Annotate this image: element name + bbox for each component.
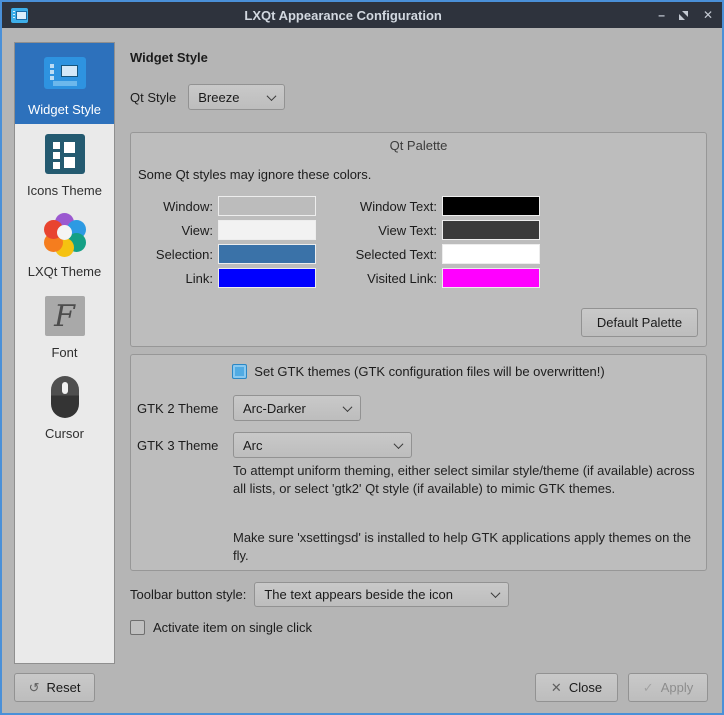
- qt-style-label: Qt Style: [130, 90, 176, 105]
- gtk-hint-xsettingsd: Make sure 'xsettingsd' is installed to h…: [233, 529, 695, 565]
- gtk2-theme-select[interactable]: Arc-Darker: [233, 395, 361, 421]
- chevron-down-icon: [394, 439, 404, 449]
- gtk-hint-uniform: To attempt uniform theming, either selec…: [233, 462, 695, 498]
- palette-label: Selected Text:: [321, 247, 437, 262]
- titlebar: LXQt Appearance Configuration – ✕: [2, 2, 722, 28]
- close-button[interactable]: ✕ Close: [535, 673, 618, 702]
- gtk2-theme-value: Arc-Darker: [243, 401, 306, 416]
- selected-text-color-swatch[interactable]: [442, 244, 540, 264]
- gtk2-theme-label: GTK 2 Theme: [137, 401, 233, 416]
- gtk-themes-group: Set GTK themes (GTK configuration files …: [130, 354, 707, 571]
- set-gtk-themes-checkbox[interactable]: [232, 364, 247, 379]
- font-icon: F: [45, 296, 85, 336]
- chevron-down-icon: [491, 588, 501, 598]
- sidebar-item-label: Cursor: [45, 426, 84, 441]
- minimize-icon[interactable]: –: [658, 9, 664, 21]
- undo-icon: ↺: [29, 680, 40, 696]
- cursor-icon: [51, 376, 79, 418]
- lxqt-theme-icon: [43, 213, 87, 257]
- close-icon[interactable]: ✕: [703, 9, 713, 21]
- palette-note: Some Qt styles may ignore these colors.: [138, 167, 371, 182]
- palette-label: Window Text:: [321, 199, 437, 214]
- view-text-color-swatch[interactable]: [442, 220, 540, 240]
- palette-label: Link:: [137, 271, 213, 286]
- view-color-swatch[interactable]: [218, 220, 316, 240]
- restore-icon[interactable]: [678, 10, 689, 21]
- palette-label: Visited Link:: [321, 271, 437, 286]
- apply-button[interactable]: ✓ Apply: [628, 673, 708, 702]
- palette-label: Selection:: [137, 247, 213, 262]
- qt-style-value: Breeze: [198, 90, 239, 105]
- window-text-color-swatch[interactable]: [442, 196, 540, 216]
- sidebar-item-label: Widget Style: [28, 102, 101, 117]
- chevron-down-icon: [267, 91, 277, 101]
- lxqt-appearance-window: LXQt Appearance Configuration – ✕ Widget…: [0, 0, 724, 715]
- gtk3-theme-label: GTK 3 Theme: [137, 438, 233, 453]
- close-x-icon: ✕: [551, 680, 562, 696]
- qt-palette-title: Qt Palette: [131, 138, 706, 153]
- single-click-label: Activate item on single click: [153, 620, 312, 635]
- gtk3-theme-select[interactable]: Arc: [233, 432, 412, 458]
- sidebar-item-cursor[interactable]: Cursor: [15, 367, 114, 448]
- sidebar-item-label: LXQt Theme: [28, 264, 101, 279]
- page-title: Widget Style: [130, 50, 208, 65]
- visited-link-color-swatch[interactable]: [442, 268, 540, 288]
- reset-button[interactable]: ↺ Reset: [14, 673, 95, 702]
- selection-color-swatch[interactable]: [218, 244, 316, 264]
- app-icon: [11, 8, 28, 23]
- chevron-down-icon: [343, 402, 353, 412]
- sidebar-item-font[interactable]: F Font: [15, 286, 114, 367]
- sidebar-item-icons-theme[interactable]: Icons Theme: [15, 124, 114, 205]
- qt-style-select[interactable]: Breeze: [188, 84, 285, 110]
- button-box: ↺ Reset ✕ Close ✓ Apply: [14, 673, 708, 702]
- palette-label: View Text:: [321, 223, 437, 238]
- sidebar-item-label: Font: [51, 345, 77, 360]
- window-title: LXQt Appearance Configuration: [28, 8, 658, 23]
- toolbar-style-value: The text appears beside the icon: [264, 587, 453, 602]
- gtk3-theme-value: Arc: [243, 438, 263, 453]
- link-color-swatch[interactable]: [218, 268, 316, 288]
- palette-label: View:: [137, 223, 213, 238]
- palette-label: Window:: [137, 199, 213, 214]
- sidebar-item-lxqt-theme[interactable]: LXQt Theme: [15, 205, 114, 286]
- sidebar-item-widget-style[interactable]: Widget Style: [15, 43, 114, 124]
- sidebar-item-label: Icons Theme: [27, 183, 102, 198]
- icons-theme-icon: [45, 134, 85, 174]
- window-color-swatch[interactable]: [218, 196, 316, 216]
- check-icon: ✓: [643, 680, 654, 696]
- palette-grid: Window: Window Text: View: View Text: Se…: [137, 196, 540, 288]
- set-gtk-themes-label: Set GTK themes (GTK configuration files …: [254, 364, 604, 379]
- qt-palette-group: Qt Palette Some Qt styles may ignore the…: [130, 132, 707, 347]
- single-click-checkbox[interactable]: [130, 620, 145, 635]
- toolbar-style-label: Toolbar button style:: [130, 587, 246, 602]
- widget-style-panel: Widget Style Qt Style Breeze Qt Palette …: [130, 40, 707, 664]
- default-palette-button[interactable]: Default Palette: [581, 308, 698, 337]
- widget-style-icon: [44, 57, 86, 89]
- toolbar-style-select[interactable]: The text appears beside the icon: [254, 582, 509, 607]
- category-sidebar: Widget Style Icons Theme LXQt Th: [14, 42, 115, 664]
